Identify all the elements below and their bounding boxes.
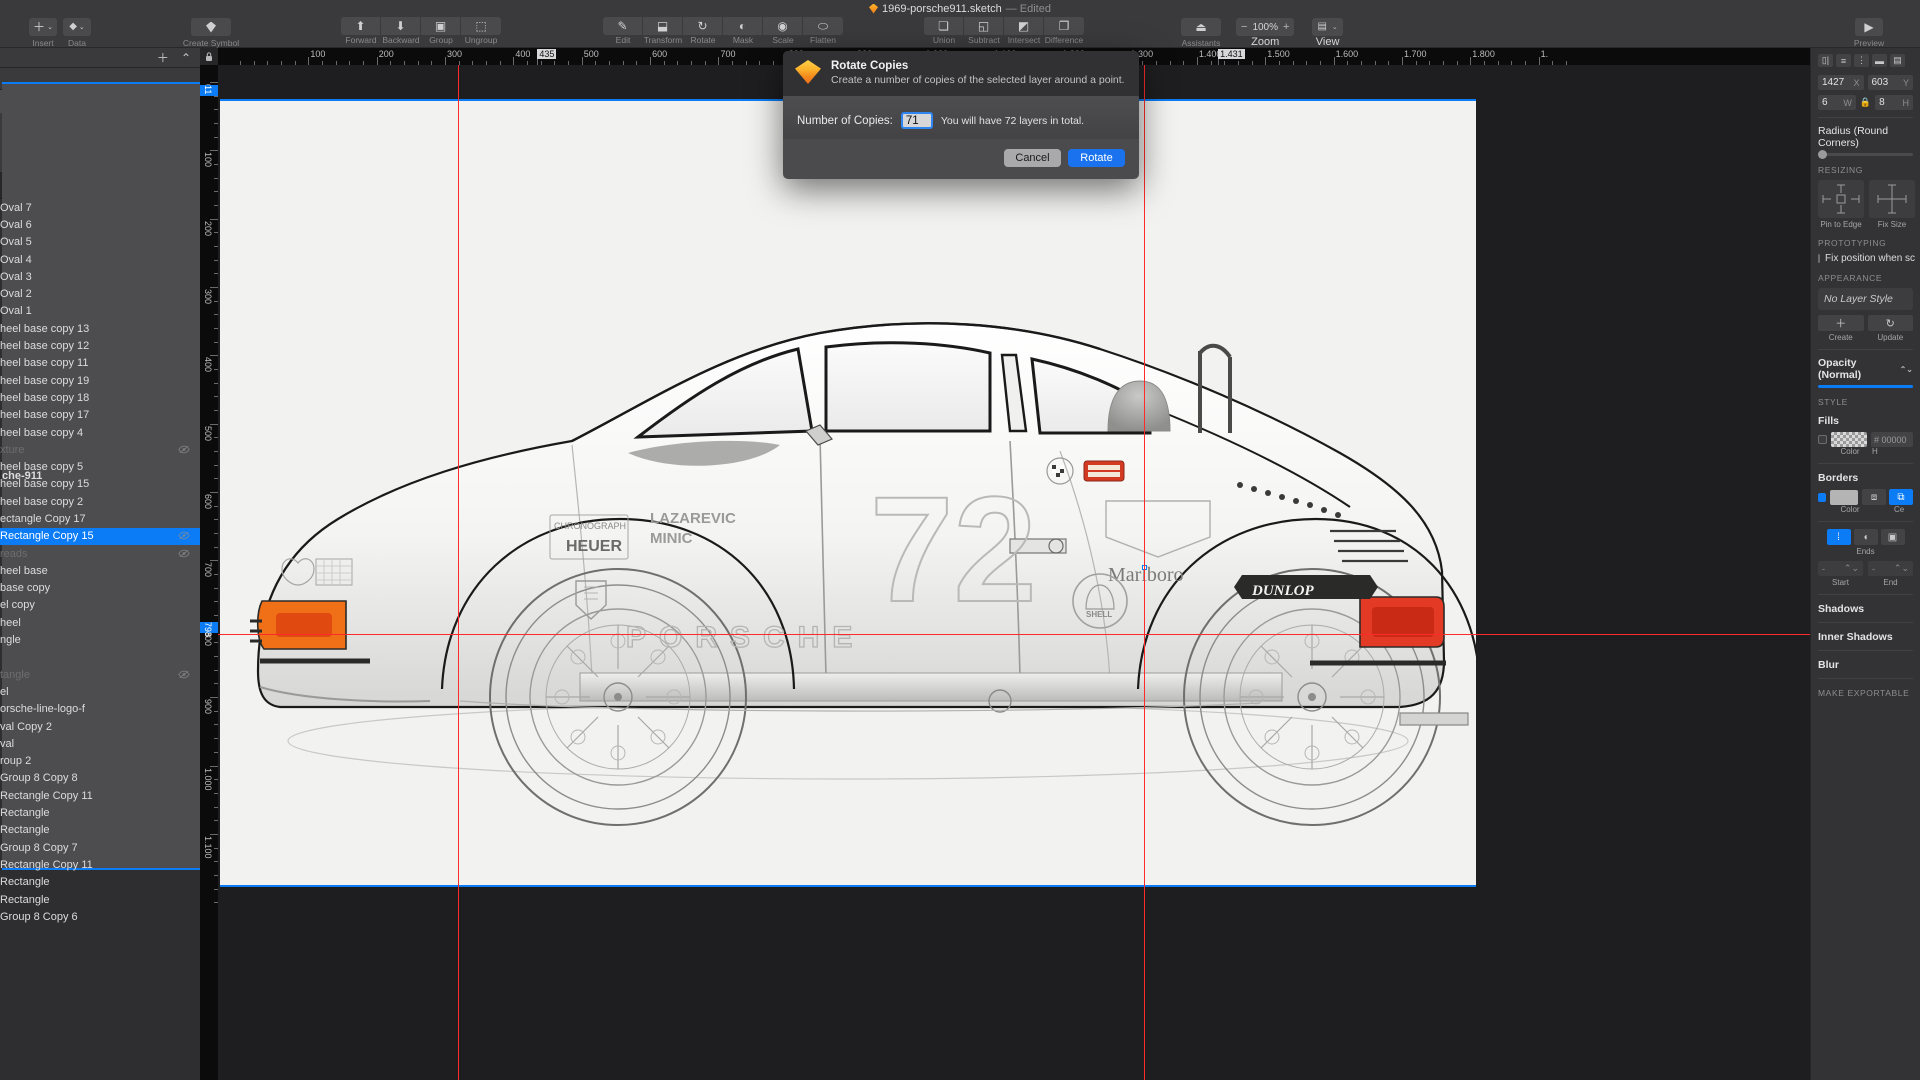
- modal-overlay: Rotate Copies Create a number of copies …: [0, 0, 1920, 1080]
- copies-value: 71: [905, 114, 919, 127]
- sketch-app-window: 1969-porsche911.sketch — Edited ＋ ⌄ Inser…: [0, 0, 1920, 1080]
- sketch-diamond-icon: [795, 60, 821, 84]
- number-of-copies-input[interactable]: 71: [900, 112, 933, 129]
- dialog-body: Number of Copies: 71 You will have 72 la…: [783, 96, 1139, 139]
- dialog-header: Rotate Copies Create a number of copies …: [783, 51, 1139, 96]
- dialog-footer: Cancel Rotate: [783, 139, 1139, 179]
- copies-field-row: Number of Copies: 71 You will have 72 la…: [797, 112, 1125, 129]
- cancel-button[interactable]: Cancel: [1004, 149, 1061, 167]
- total-layers-note: You will have 72 layers in total.: [940, 114, 1085, 127]
- dialog-title: Rotate Copies: [831, 60, 909, 72]
- copies-field-label: Number of Copies:: [797, 114, 893, 127]
- dialog-subtitle: Create a number of copies of the selecte…: [831, 74, 1125, 86]
- rotate-copies-dialog[interactable]: Rotate Copies Create a number of copies …: [783, 51, 1139, 179]
- rotate-button[interactable]: Rotate: [1068, 149, 1125, 167]
